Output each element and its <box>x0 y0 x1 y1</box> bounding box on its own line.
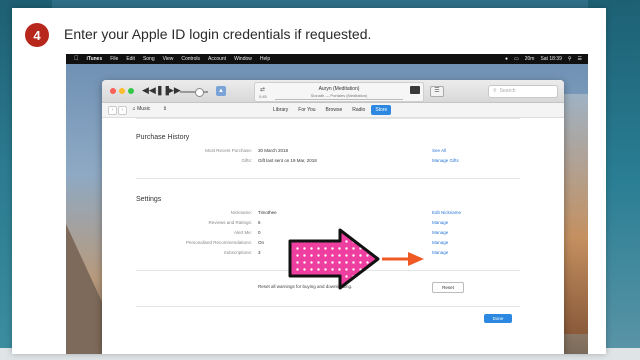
orange-arrow-icon <box>382 252 424 266</box>
annotation-layer <box>288 228 424 290</box>
pink-arrow-icon <box>288 228 380 290</box>
